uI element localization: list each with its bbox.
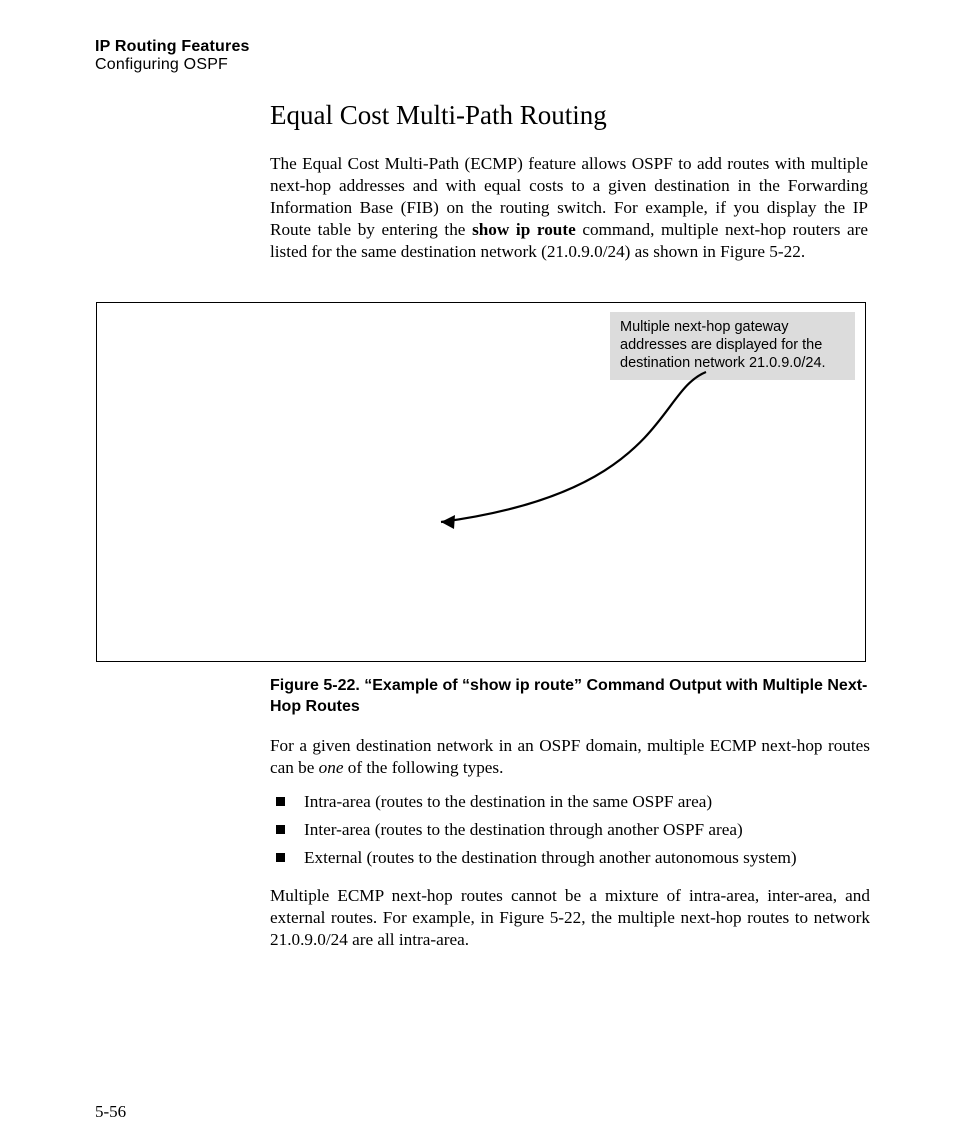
intro-paragraph: The Equal Cost Multi-Path (ECMP) feature… [270,153,868,263]
main-content: Equal Cost Multi-Path Routing The Equal … [270,100,868,273]
after-p1-post: of the following types. [344,758,504,777]
after-paragraph-1: For a given destination network in an OS… [270,735,870,779]
after-paragraph-2: Multiple ECMP next-hop routes cannot be … [270,885,870,951]
section-heading: Equal Cost Multi-Path Routing [270,100,868,131]
list-item: External (routes to the destination thro… [270,845,870,871]
list-item: Inter-area (routes to the destination th… [270,817,870,843]
header-title: IP Routing Features [95,38,250,56]
list-item: Intra-area (routes to the destination in… [270,789,870,815]
after-figure-block: For a given destination network in an OS… [270,735,870,961]
header-subtitle: Configuring OSPF [95,56,250,74]
route-type-list: Intra-area (routes to the destination in… [270,789,870,871]
page-number: 5-56 [95,1102,126,1122]
document-page: IP Routing Features Configuring OSPF Equ… [0,0,954,1145]
figure-callout: Multiple next-hop gateway addresses are … [610,312,855,380]
intro-command: show ip route [472,220,576,239]
after-p1-em: one [319,758,344,777]
figure-caption: Figure 5-22. “Example of “show ip route”… [270,675,870,717]
running-header: IP Routing Features Configuring OSPF [95,38,250,74]
